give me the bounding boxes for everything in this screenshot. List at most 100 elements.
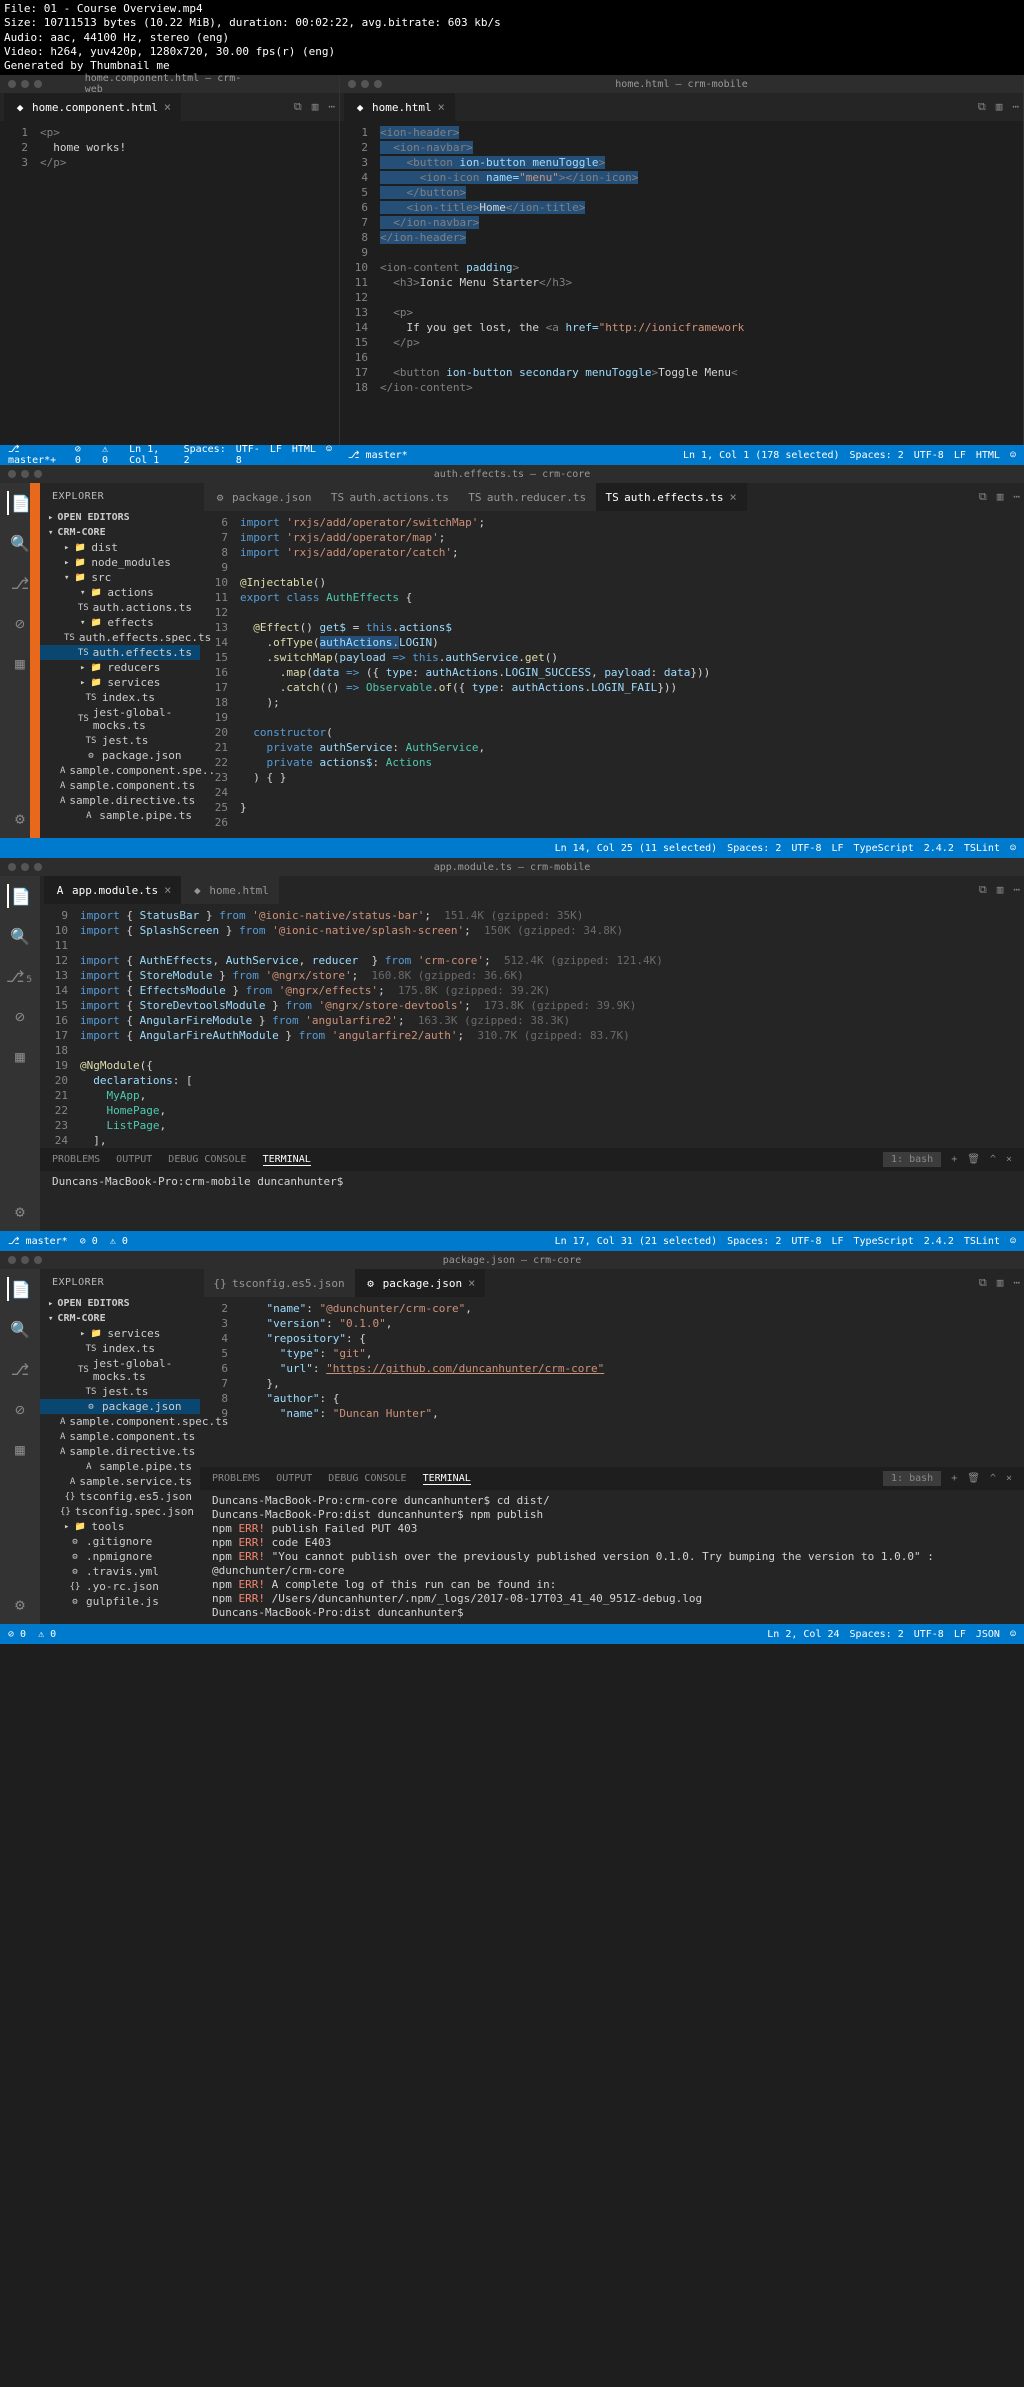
editor-tab[interactable]: Aapp.module.ts× [44, 876, 181, 904]
tree-item[interactable]: ▸📁reducers [40, 660, 200, 675]
indent-status[interactable]: Spaces: 2 [727, 1236, 781, 1247]
more-icon[interactable]: ⋯ [1013, 1276, 1020, 1290]
output-tab[interactable]: OUTPUT [116, 1154, 152, 1165]
branch-indicator[interactable]: ⎇ master*+ [8, 444, 63, 466]
encoding-status[interactable]: UTF-8 [236, 444, 260, 466]
open-editors-section[interactable]: ▸OPEN EDITORS [40, 510, 200, 525]
more-icon[interactable]: ⋯ [328, 100, 335, 114]
tree-item[interactable]: {}tsconfig.spec.json [40, 1504, 200, 1519]
indent-status[interactable]: Spaces: 2 [850, 450, 904, 461]
settings-icon[interactable]: ⚙ [8, 1199, 32, 1223]
tree-item[interactable]: Asample.component.ts [40, 1429, 200, 1444]
project-section[interactable]: ▾CRM-CORE [40, 525, 200, 540]
explorer-icon[interactable]: 📄 [7, 491, 31, 515]
smiley-icon[interactable]: ☺ [1010, 1236, 1016, 1247]
layout-icon[interactable]: ▥ [997, 883, 1004, 897]
explorer-icon[interactable]: 📄 [7, 1277, 31, 1301]
tree-item[interactable]: Asample.component.spe.. [40, 763, 200, 778]
indent-status[interactable]: Spaces: 2 [184, 444, 226, 466]
settings-icon[interactable]: ⚙ [8, 1592, 32, 1616]
tree-item[interactable]: Asample.component.ts [40, 778, 200, 793]
more-icon[interactable]: ⋯ [1012, 100, 1019, 114]
ts-version[interactable]: 2.4.2 [924, 1236, 954, 1247]
tree-item[interactable]: TSindex.ts [40, 1341, 200, 1356]
eol-status[interactable]: LF [831, 843, 843, 854]
search-icon[interactable]: 🔍 [8, 924, 32, 948]
tree-item[interactable]: {}.yo-rc.json [40, 1579, 200, 1594]
tslint-status[interactable]: TSLint [964, 843, 1000, 854]
tree-item[interactable]: TSauth.effects.spec.ts [40, 630, 200, 645]
editor-tab[interactable]: TSauth.effects.ts× [596, 483, 747, 511]
maximize-icon[interactable]: ^ [990, 1154, 996, 1165]
close-icon[interactable]: × [164, 100, 171, 114]
editor-tab[interactable]: ⚙package.json [204, 483, 321, 511]
indent-status[interactable]: Spaces: 2 [727, 843, 781, 854]
debug-icon[interactable]: ⊘ [8, 611, 32, 635]
status-bar-pane4[interactable]: ⊘ 0 ⚠ 0 Ln 2, Col 24 Spaces: 2 UTF-8 LF … [0, 1624, 1024, 1644]
error-count[interactable]: ⊘ 0 [8, 1629, 26, 1640]
tree-item[interactable]: ▸📁tools [40, 1519, 200, 1534]
status-bar-pane3[interactable]: ⎇ master* ⊘ 0 ⚠ 0 Ln 17, Col 31 (21 sele… [0, 1231, 1024, 1251]
status-bar-left[interactable]: ⎇ master*+ ⊘ 0 ⚠ 0 Ln 1, Col 1 Spaces: 2… [0, 445, 340, 465]
debug-console-tab[interactable]: DEBUG CONSOLE [168, 1154, 246, 1165]
tree-item[interactable]: TSjest-global-mocks.ts [40, 705, 200, 733]
warning-count[interactable]: ⚠ 0 [38, 1629, 56, 1640]
tree-item[interactable]: TSauth.effects.ts [40, 645, 200, 660]
terminal-select[interactable]: 1: bash [883, 1471, 941, 1486]
tree-item[interactable]: TSjest.ts [40, 1384, 200, 1399]
tree-item[interactable]: TSindex.ts [40, 690, 200, 705]
tslint-status[interactable]: TSLint [964, 1236, 1000, 1247]
editor-tab[interactable]: ◆home.html [181, 876, 279, 904]
code-editor[interactable]: "name": "@dunchunter/crm-core", "version… [240, 1301, 1024, 1463]
extensions-icon[interactable]: ▦ [8, 1044, 32, 1068]
split-icon[interactable]: ⧉ [978, 100, 986, 114]
tree-item[interactable]: TSjest.ts [40, 733, 200, 748]
smiley-icon[interactable]: ☺ [326, 444, 332, 466]
search-icon[interactable]: 🔍 [8, 1317, 32, 1341]
editor-tab[interactable]: TSauth.reducer.ts [459, 483, 596, 511]
terminal-select[interactable]: 1: bash [883, 1152, 941, 1167]
tree-item[interactable]: ▸📁services [40, 1326, 200, 1341]
open-editors-section[interactable]: ▸OPEN EDITORS [40, 1296, 200, 1311]
cursor-pos[interactable]: Ln 17, Col 31 (21 selected) [555, 1236, 718, 1247]
kill-terminal-icon[interactable]: 🗑 [967, 1154, 980, 1165]
tree-item[interactable]: Asample.component.spec.ts [40, 1414, 200, 1429]
code-editor-left[interactable]: <p> home works! </p> [40, 125, 339, 170]
warning-count[interactable]: ⚠ 0 [110, 1236, 128, 1247]
encoding-status[interactable]: UTF-8 [791, 1236, 821, 1247]
tree-item[interactable]: ⚙gulpfile.js [40, 1594, 200, 1609]
git-icon[interactable]: ⎇ [8, 571, 32, 595]
lang-status[interactable]: HTML [976, 450, 1000, 461]
lang-status[interactable]: TypeScript [854, 1236, 914, 1247]
code-editor[interactable]: import 'rxjs/add/operator/switchMap'; im… [240, 515, 1024, 834]
debug-icon[interactable]: ⊘ [8, 1397, 32, 1421]
editor-tab[interactable]: ⚙package.json× [355, 1269, 486, 1297]
project-section[interactable]: ▾CRM-CORE [40, 1311, 200, 1326]
code-editor-right[interactable]: <ion-header> <ion-navbar> <button ion-bu… [380, 125, 1023, 395]
extensions-icon[interactable]: ▦ [8, 1437, 32, 1461]
smiley-icon[interactable]: ☺ [1010, 450, 1016, 461]
editor-tab[interactable]: {}tsconfig.es5.json [204, 1269, 355, 1297]
tree-item[interactable]: ▾📁actions [40, 585, 200, 600]
debug-console-tab[interactable]: DEBUG CONSOLE [328, 1473, 406, 1484]
status-bar-pane2[interactable]: Ln 14, Col 25 (11 selected) Spaces: 2 UT… [0, 838, 1024, 858]
tree-item[interactable]: ▸📁node_modules [40, 555, 200, 570]
settings-icon[interactable]: ⚙ [8, 806, 32, 830]
terminal-tab[interactable]: TERMINAL [423, 1473, 471, 1485]
lang-status[interactable]: JSON [976, 1629, 1000, 1640]
terminal-output[interactable]: Duncans-MacBook-Pro:crm-core duncanhunte… [200, 1490, 1024, 1624]
warning-count[interactable]: ⚠ 0 [102, 444, 117, 466]
branch-indicator[interactable]: ⎇ master* [8, 1236, 68, 1247]
terminal-output[interactable]: Duncans-MacBook-Pro:crm-mobile duncanhun… [40, 1171, 1024, 1231]
new-terminal-icon[interactable]: + [951, 1473, 957, 1484]
tree-item[interactable]: ⚙.npmignore [40, 1549, 200, 1564]
tree-item[interactable]: ⚙.gitignore [40, 1534, 200, 1549]
tree-item[interactable]: ▾📁src [40, 570, 200, 585]
maximize-icon[interactable]: ^ [990, 1473, 996, 1484]
cursor-pos[interactable]: Ln 14, Col 25 (11 selected) [555, 843, 718, 854]
code-editor[interactable]: import { StatusBar } from '@ionic-native… [80, 908, 1024, 1144]
extensions-icon[interactable]: ▦ [8, 651, 32, 675]
eol-status[interactable]: LF [954, 1629, 966, 1640]
encoding-status[interactable]: UTF-8 [914, 450, 944, 461]
tree-item[interactable]: ⚙package.json [40, 748, 200, 763]
